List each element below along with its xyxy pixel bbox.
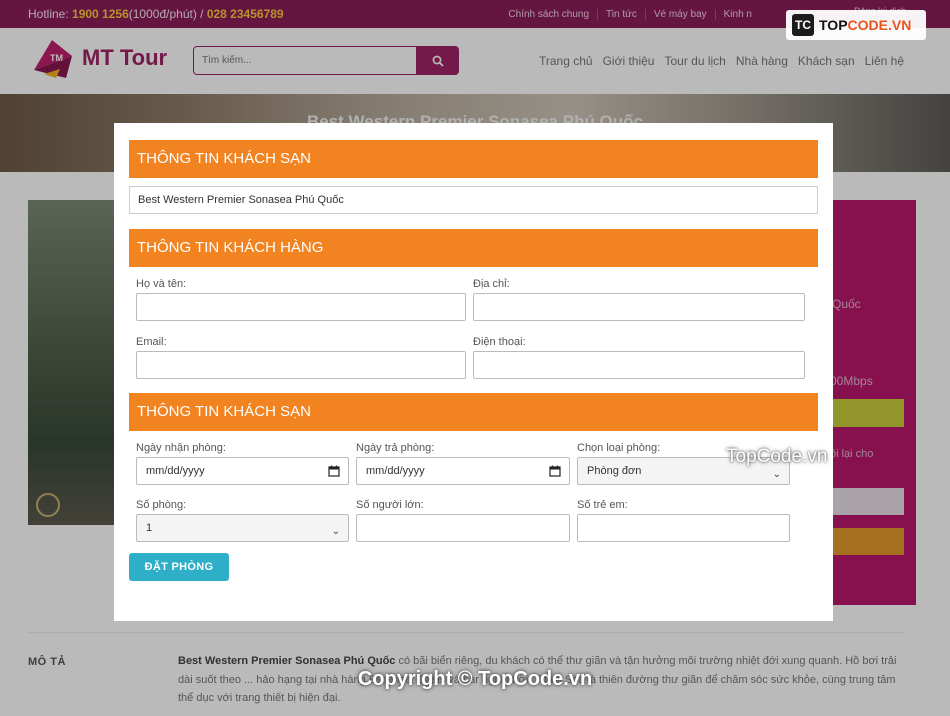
- email-field[interactable]: [136, 351, 466, 379]
- rooms-select[interactable]: 1 ⌄: [136, 514, 349, 542]
- section-header-hotel: THÔNG TIN KHÁCH SẠN: [129, 140, 818, 178]
- booking-modal: THÔNG TIN KHÁCH SẠN Best Western Premier…: [114, 123, 833, 621]
- checkout-date-value: mm/dd/yyyy: [366, 465, 425, 477]
- email-label: Email:: [136, 336, 167, 348]
- hotel-name-field[interactable]: Best Western Premier Sonasea Phú Quốc: [129, 186, 818, 214]
- address-label: Địa chỉ:: [473, 278, 510, 290]
- checkout-date-field[interactable]: mm/dd/yyyy: [356, 457, 570, 485]
- address-field[interactable]: [473, 293, 805, 321]
- watermark-badge-text-a: TOP: [819, 17, 848, 33]
- checkin-label: Ngày nhận phòng:: [136, 442, 226, 454]
- section-header-booking: THÔNG TIN KHÁCH SẠN: [129, 393, 818, 431]
- watermark-badge: TC TOPCODE.VN: [786, 10, 926, 40]
- name-label: Họ và tên:: [136, 278, 187, 290]
- phone-label: Điện thoại:: [473, 336, 526, 348]
- checkin-date-field[interactable]: mm/dd/yyyy: [136, 457, 349, 485]
- rooms-value: 1: [146, 522, 153, 534]
- name-field[interactable]: [136, 293, 466, 321]
- children-label: Số trẻ em:: [577, 499, 628, 511]
- watermark-badge-text-b: CODE.VN: [847, 17, 912, 33]
- adults-label: Số người lớn:: [356, 499, 424, 511]
- rooms-label: Số phòng:: [136, 499, 187, 511]
- checkout-label: Ngày trả phòng:: [356, 442, 435, 454]
- calendar-icon[interactable]: [328, 465, 340, 477]
- children-field[interactable]: [577, 514, 790, 542]
- checkin-date-value: mm/dd/yyyy: [146, 465, 205, 477]
- roomtype-value: Phòng đơn: [587, 465, 642, 477]
- watermark-badge-text: TOPCODE.VN: [819, 17, 911, 33]
- topcode-logo-icon: TC: [792, 14, 814, 36]
- calendar-icon[interactable]: [549, 465, 561, 477]
- phone-field[interactable]: [473, 351, 805, 379]
- chevron-down-icon: ⌄: [331, 526, 340, 537]
- adults-field[interactable]: [356, 514, 570, 542]
- watermark-copyright: Copyright © TopCode.vn: [357, 668, 593, 690]
- book-room-button[interactable]: ĐẶT PHÒNG: [129, 553, 229, 581]
- section-header-customer: THÔNG TIN KHÁCH HÀNG: [129, 229, 818, 267]
- watermark-middle: TopCode.vn: [726, 446, 828, 467]
- roomtype-label: Chọn loại phòng:: [577, 442, 661, 454]
